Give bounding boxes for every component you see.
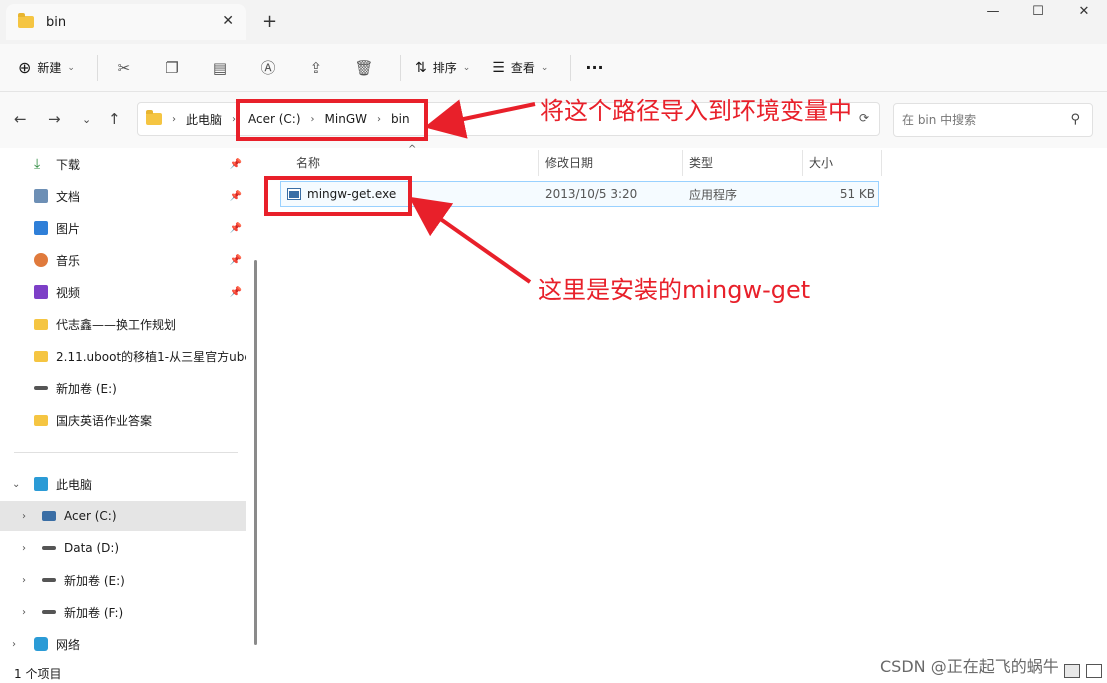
file-arrow (408, 196, 532, 284)
path-arrow (424, 99, 536, 139)
path-annotation: 将这个路径导入到环境变量中 (540, 97, 852, 125)
watermark: CSDN @正在起飞的蜗牛 (880, 657, 1059, 676)
file-annotation: 这里是安装的mingw-get (538, 276, 811, 304)
